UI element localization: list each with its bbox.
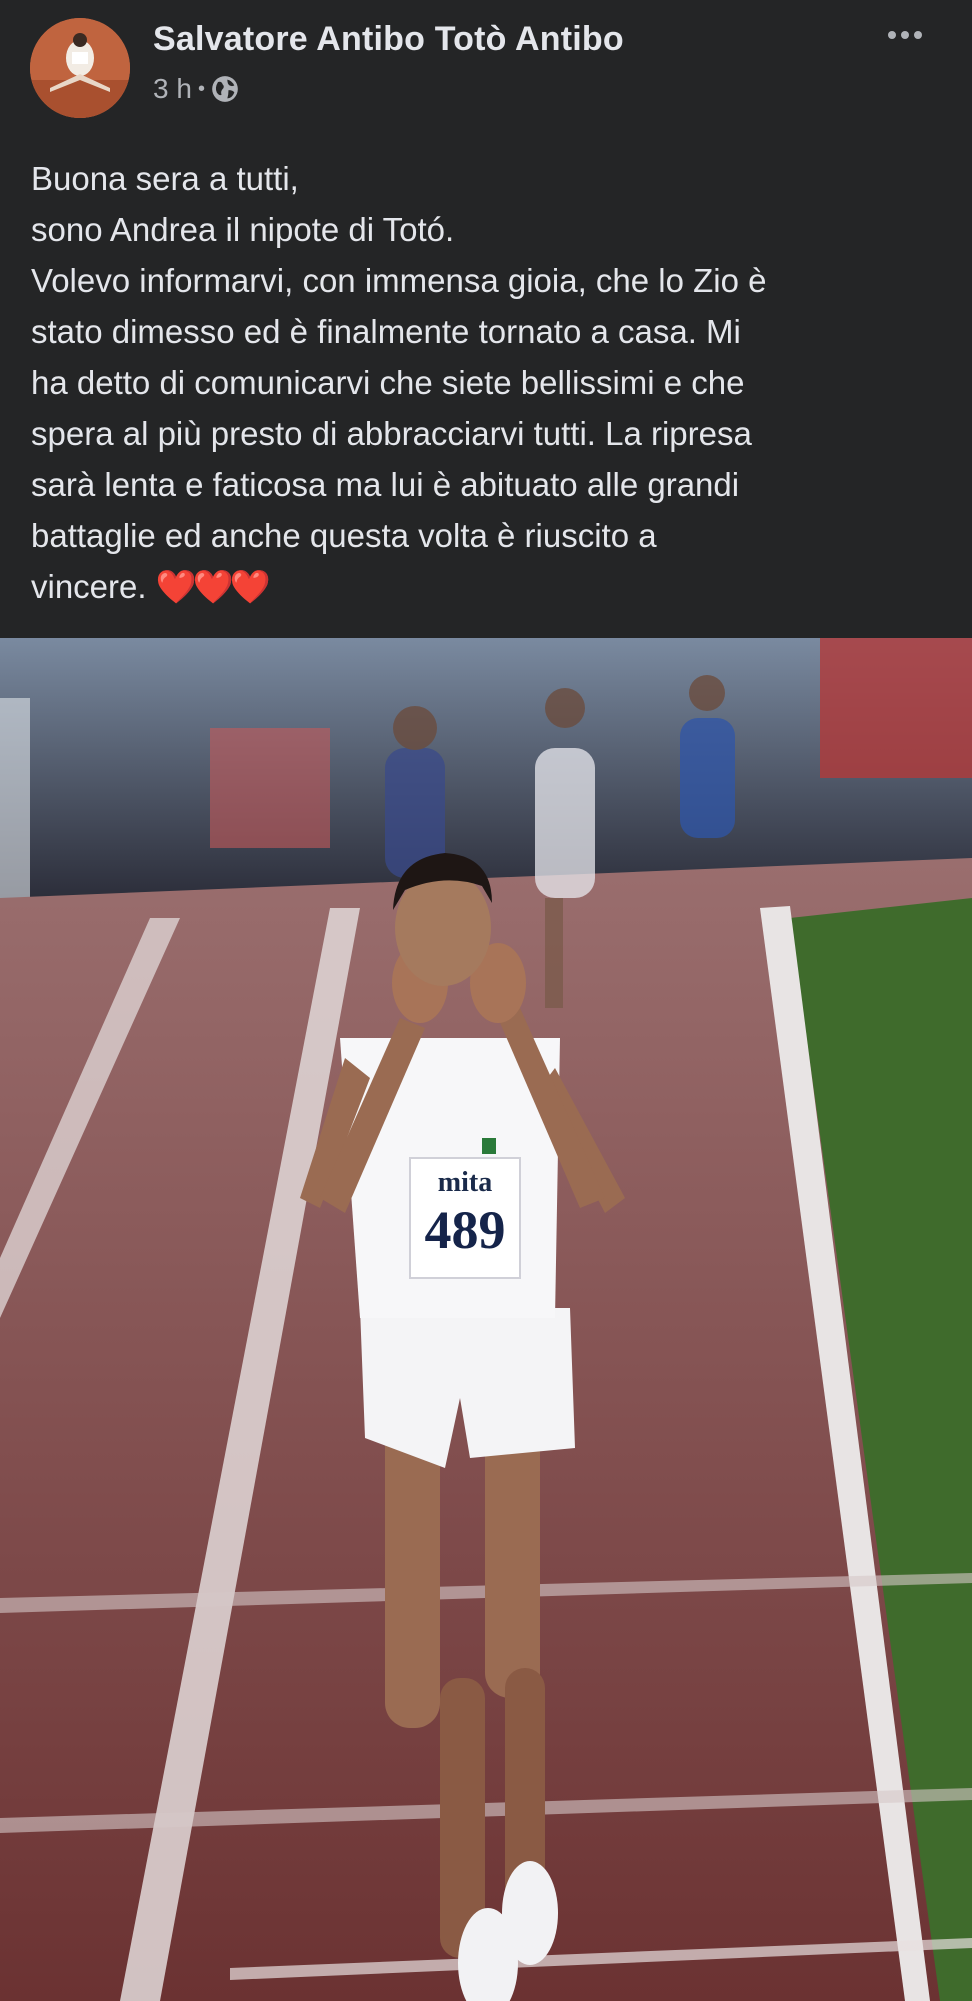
text-line: vincere. [31,568,147,605]
globe-icon[interactable] [211,75,239,103]
more-horizontal-icon [888,31,922,39]
text-line: sono Andrea il nipote di Totó. [31,211,455,248]
post-text: Buona sera a tutti, sono Andrea il nipot… [31,153,946,612]
post-header: Salvatore Antibo Totò Antibo 3 h • [0,0,972,130]
author-name[interactable]: Salvatore Antibo Totò Antibo [153,20,624,59]
text-line: Volevo informarvi, con immensa gioia, ch… [31,262,767,299]
text-line: spera al più presto di abbracciarvi tutt… [31,415,752,452]
post-meta: 3 h • [153,73,239,105]
bib-number: 489 [425,1200,506,1260]
more-options-button[interactable] [880,20,930,50]
text-line: battaglie ed anche questa volta è riusci… [31,517,657,554]
text-line: Buona sera a tutti, [31,160,299,197]
runner-photo-illustration: mita 489 [0,638,972,2001]
text-line: stato dimesso ed è finalmente tornato a … [31,313,741,350]
text-line: ha detto di comunicarvi che siete bellis… [31,364,745,401]
heart-emoji: ❤️❤️❤️ [155,568,271,605]
facebook-post: Salvatore Antibo Totò Antibo 3 h • Buona… [0,0,972,2001]
post-time[interactable]: 3 h [153,73,192,105]
avatar-image [30,18,130,118]
post-photo[interactable]: mita 489 [0,638,972,2001]
text-line-last: vincere. ❤️❤️❤️ [31,561,946,612]
bib-sponsor: mita [438,1167,492,1198]
text-line: sarà lenta e faticosa ma lui è abituato … [31,466,740,503]
author-avatar[interactable] [30,18,130,118]
meta-separator: • [197,77,205,100]
